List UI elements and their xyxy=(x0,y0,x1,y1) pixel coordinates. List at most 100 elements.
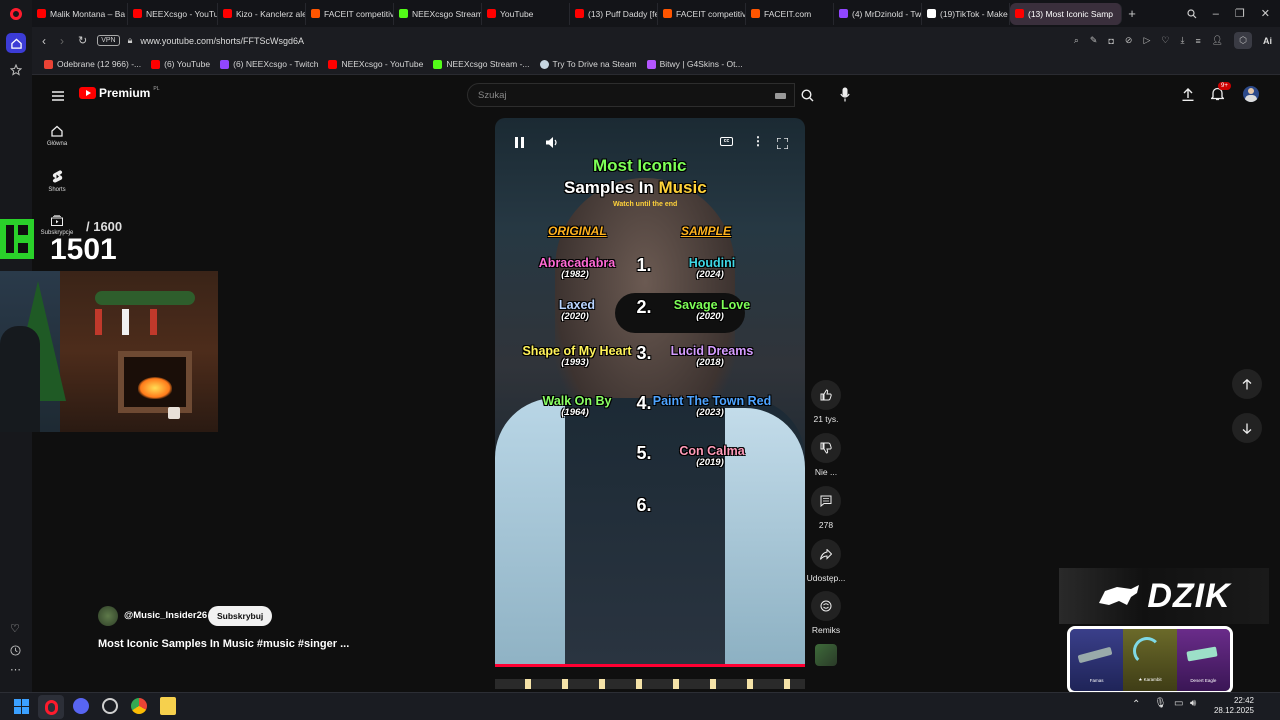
fireplace xyxy=(118,351,192,413)
like-button[interactable]: 21 tys. xyxy=(804,380,848,424)
sidebar-item-shorts[interactable]: Shorts xyxy=(32,170,82,193)
bookmark-g4skins[interactable]: Bitwy | G4Skins - Ot... xyxy=(646,59,743,69)
original-song-year: (2020) xyxy=(561,311,589,322)
tab-5[interactable]: YouTube xyxy=(482,2,570,25)
tab-2[interactable]: Kizo - Kanclerz ale t xyxy=(218,2,306,25)
profile-icon[interactable]: 👤︎ xyxy=(1212,35,1223,46)
volume-icon[interactable] xyxy=(546,135,558,153)
minimize-icon[interactable]: – xyxy=(1213,8,1219,20)
next-video-peek[interactable] xyxy=(495,679,805,689)
opera-logo-icon[interactable] xyxy=(10,8,22,20)
sample-song-year: (2020) xyxy=(696,311,724,322)
heart-icon[interactable]: ♡ xyxy=(10,622,20,635)
search-input[interactable]: Szukaj xyxy=(467,83,795,107)
bookmark-yt-channel[interactable]: NEEXcsgo - YouTube xyxy=(328,59,423,69)
progress-bar[interactable] xyxy=(495,664,805,667)
chrome-icon[interactable] xyxy=(131,698,147,714)
home-icon[interactable] xyxy=(6,33,26,53)
captions-icon[interactable]: cc xyxy=(720,137,733,146)
tab-3[interactable]: FACEIT competitive xyxy=(306,2,394,25)
heart-icon[interactable]: ♡ xyxy=(1161,35,1169,46)
back-icon[interactable]: ‹ xyxy=(42,34,46,48)
hamburger-menu-icon[interactable] xyxy=(52,88,64,106)
audio-thumbnail[interactable] xyxy=(815,644,837,666)
fullscreen-icon[interactable] xyxy=(776,136,789,154)
bookmark-label: (6) NEEXcsgo - Twitch xyxy=(233,59,319,69)
comments-button[interactable]: 278 xyxy=(804,486,848,530)
obs-icon[interactable] xyxy=(102,698,118,714)
microphone-tray-icon[interactable]: 🎙︎ xyxy=(1154,698,1167,709)
bookmark-steam[interactable]: Try To Drive na Steam xyxy=(539,59,637,69)
taskbar: ⌃ 🎙︎ ▭ 🔊︎ 22:42 28.12.2025 xyxy=(0,692,1280,720)
keyboard-icon[interactable] xyxy=(775,93,786,99)
zoom-icon[interactable]: ⌕ xyxy=(1074,35,1079,46)
tab-favicon-icon xyxy=(487,9,496,18)
play-icon[interactable]: ▷ xyxy=(1143,35,1150,46)
channel-handle[interactable]: @Music_Insider26 xyxy=(124,610,207,621)
new-tab-icon[interactable]: + xyxy=(1122,6,1142,21)
extensions-icon[interactable]: ⬡ xyxy=(1234,32,1252,49)
original-song-year: (1964) xyxy=(561,407,589,418)
sidebar-item-home[interactable]: Główna xyxy=(32,125,82,147)
bookmark-twitch[interactable]: (6) NEEXcsgo - Twitch xyxy=(220,59,318,69)
network-icon[interactable]: ▭ xyxy=(1174,698,1183,709)
maximize-icon[interactable]: ❐ xyxy=(1235,7,1245,20)
edit-icon[interactable]: ✎ xyxy=(1090,35,1098,46)
tab-8[interactable]: FACEIT.com xyxy=(746,2,834,25)
search-button[interactable] xyxy=(795,83,819,107)
tab-0[interactable]: Malik Montana – Ba xyxy=(32,2,128,25)
bookmark-kick[interactable]: NEEXcsgo Stream -... xyxy=(433,59,530,69)
reload-icon[interactable]: ↻ xyxy=(78,34,87,47)
previous-short-button[interactable] xyxy=(1232,369,1262,399)
tab-favicon-icon xyxy=(223,9,232,18)
more-options-icon[interactable]: ⋮ xyxy=(752,134,764,148)
share-button[interactable]: Udostęp... xyxy=(804,539,848,583)
microphone-icon[interactable] xyxy=(840,87,850,107)
dislike-button[interactable]: Nie ... xyxy=(804,433,848,477)
tab-6[interactable]: (13) Puff Daddy [fe xyxy=(570,2,658,25)
youtube-logo[interactable]: Premium PL xyxy=(79,86,159,100)
remix-button[interactable]: Remiks xyxy=(804,591,848,635)
tab-10[interactable]: (19)TikTok - Make Y xyxy=(922,2,1010,25)
shorts-video-player[interactable]: cc ⋮ Most Iconic Samples In Music Watch … xyxy=(495,118,805,667)
bookmark-gmail[interactable]: Odebrane (12 966) -... xyxy=(44,59,141,69)
tray-chevron-icon[interactable]: ⌃ xyxy=(1132,699,1140,710)
channel-avatar[interactable] xyxy=(98,606,118,626)
counter-total: / 1600 xyxy=(86,219,123,234)
tab-11-active[interactable]: (13) Most Iconic Samp xyxy=(1010,2,1122,25)
url-field[interactable]: www.youtube.com/shorts/FFTScWsgd6A xyxy=(140,36,304,46)
shield-icon[interactable]: ⊘ xyxy=(1125,35,1133,46)
bookmark-youtube[interactable]: (6) YouTube xyxy=(151,59,210,69)
star-icon[interactable] xyxy=(9,63,23,81)
video-title[interactable]: Most Iconic Samples In Music #music #sin… xyxy=(98,638,349,650)
tab-1[interactable]: NEEXcsgo - YouTub xyxy=(128,2,218,25)
close-icon[interactable]: ✕ xyxy=(1261,7,1270,20)
ai-button[interactable]: Ai xyxy=(1263,36,1272,46)
tab-title: Malik Montana – Ba xyxy=(50,8,126,19)
app-icon[interactable] xyxy=(160,697,176,715)
clock-time[interactable]: 22:42 xyxy=(1218,696,1254,705)
tab-7[interactable]: FACEIT competitive xyxy=(658,2,746,25)
tab-4[interactable]: NEEXcsgo Stream - xyxy=(394,2,482,25)
search-tabs-icon[interactable] xyxy=(1187,8,1197,19)
download-icon[interactable]: ⤓ xyxy=(1180,35,1184,46)
windows-start-icon[interactable] xyxy=(14,699,29,719)
tab-9[interactable]: (4) MrDzinold - Twi xyxy=(834,2,922,25)
history-icon[interactable] xyxy=(10,643,21,661)
discord-icon[interactable] xyxy=(73,698,89,714)
opera-taskbar-icon[interactable] xyxy=(38,695,64,719)
menu-icon[interactable]: ≡ xyxy=(1195,36,1200,46)
forward-icon[interactable]: › xyxy=(60,34,64,48)
rank-number: 1. xyxy=(636,255,652,275)
clock-date[interactable]: 28.12.2025 xyxy=(1208,706,1254,715)
pause-icon[interactable] xyxy=(515,135,524,153)
next-short-button[interactable] xyxy=(1232,413,1262,443)
more-icon[interactable]: ⋯ xyxy=(10,663,21,676)
subscribe-button[interactable]: Subskrybuj xyxy=(208,606,273,626)
notifications-icon[interactable]: 9+ xyxy=(1209,82,1231,106)
upload-icon[interactable] xyxy=(1182,88,1194,106)
camera-icon[interactable]: ◘ xyxy=(1108,36,1113,46)
speaker-icon[interactable]: 🔊︎ xyxy=(1190,698,1196,709)
avatar[interactable] xyxy=(1243,86,1259,102)
vpn-badge[interactable]: VPN xyxy=(97,35,120,46)
